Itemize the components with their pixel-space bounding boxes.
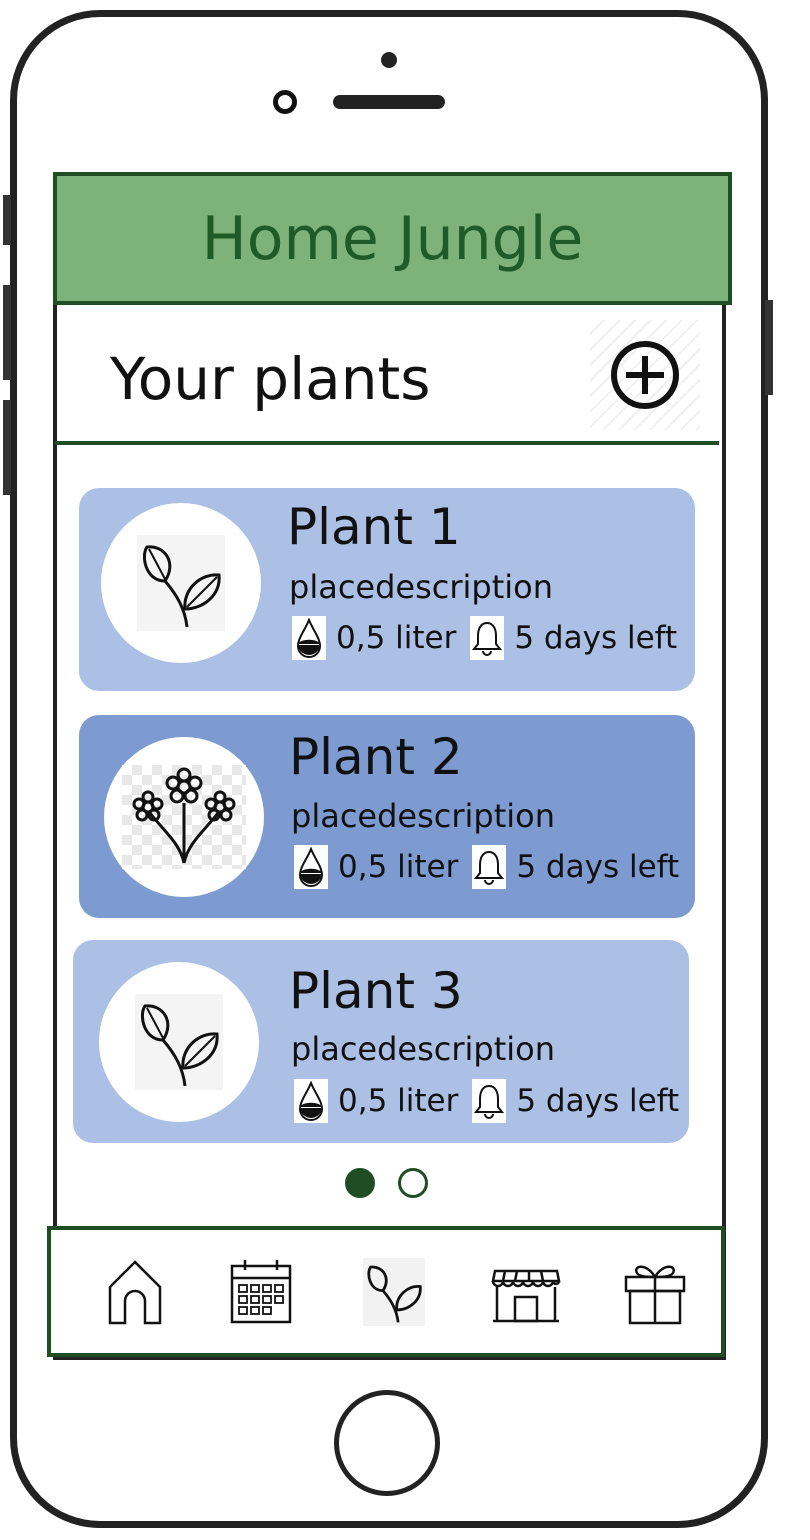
calendar-icon xyxy=(230,1260,292,1324)
nav-plants[interactable] xyxy=(354,1252,434,1332)
add-plant-button[interactable] xyxy=(590,320,700,430)
plant-card[interactable]: Plant 1 placedescription 0,5 liter 5 day… xyxy=(79,488,695,691)
shop-icon xyxy=(491,1269,561,1323)
app-title: Home Jungle xyxy=(201,203,584,274)
water-drop-icon xyxy=(294,1079,328,1123)
plant-name: Plant 2 xyxy=(289,728,463,786)
plant-place: placedescription xyxy=(289,568,554,606)
home-icon xyxy=(108,1260,162,1325)
plant-avatar xyxy=(99,962,259,1122)
plant-card[interactable]: Plant 2 placedescription 0,5 liter 5 day… xyxy=(79,715,695,918)
app-header: Home Jungle xyxy=(53,172,732,305)
plant-place: placedescription xyxy=(291,1030,556,1068)
water-drop-icon xyxy=(294,845,328,889)
nav-shop[interactable] xyxy=(486,1252,566,1332)
gift-icon xyxy=(624,1265,686,1325)
water-drop-icon xyxy=(292,616,326,660)
sprout-icon xyxy=(367,1265,422,1323)
side-button-power xyxy=(765,300,773,395)
bell-icon xyxy=(470,616,505,660)
side-button-volume-down xyxy=(3,400,11,495)
side-button-mute xyxy=(3,195,11,245)
reminder-text: 5 days left xyxy=(514,620,678,656)
earpiece-speaker xyxy=(333,95,445,109)
plant-meta: 0,5 liter 5 days left xyxy=(294,845,679,889)
plant-card[interactable]: Plant 3 placedescription 0,5 liter 5 day… xyxy=(73,940,689,1143)
section-divider xyxy=(55,441,719,445)
device-home-button[interactable] xyxy=(334,1390,440,1496)
plus-circle-icon xyxy=(611,341,679,409)
water-amount: 0,5 liter xyxy=(338,849,459,885)
plant-place: placedescription xyxy=(291,797,556,835)
sprout-icon xyxy=(140,1004,219,1087)
plant-name: Plant 3 xyxy=(289,962,463,1020)
plant-meta: 0,5 liter 5 days left xyxy=(294,1079,679,1123)
plant-meta: 0,5 liter 5 days left xyxy=(292,616,677,660)
flowers-icon xyxy=(132,767,236,864)
plant-name: Plant 1 xyxy=(287,498,461,556)
page-dot[interactable] xyxy=(398,1168,428,1198)
page-dot-active[interactable] xyxy=(345,1168,375,1198)
reminder-text: 5 days left xyxy=(516,1083,680,1119)
nav-home[interactable] xyxy=(95,1252,175,1332)
nav-gifts[interactable] xyxy=(615,1252,695,1332)
plant-avatar xyxy=(104,737,264,897)
bottom-nav xyxy=(47,1226,725,1357)
front-camera xyxy=(273,90,297,114)
water-amount: 0,5 liter xyxy=(338,1083,459,1119)
water-amount: 0,5 liter xyxy=(336,620,457,656)
proximity-sensor xyxy=(381,52,397,68)
nav-calendar[interactable] xyxy=(221,1252,301,1332)
plant-avatar xyxy=(101,503,261,663)
side-button-volume-up xyxy=(3,285,11,380)
sprout-icon xyxy=(142,545,221,628)
reminder-text: 5 days left xyxy=(516,849,680,885)
section-title: Your plants xyxy=(110,345,431,413)
bell-icon xyxy=(472,845,507,889)
bell-icon xyxy=(472,1079,507,1123)
